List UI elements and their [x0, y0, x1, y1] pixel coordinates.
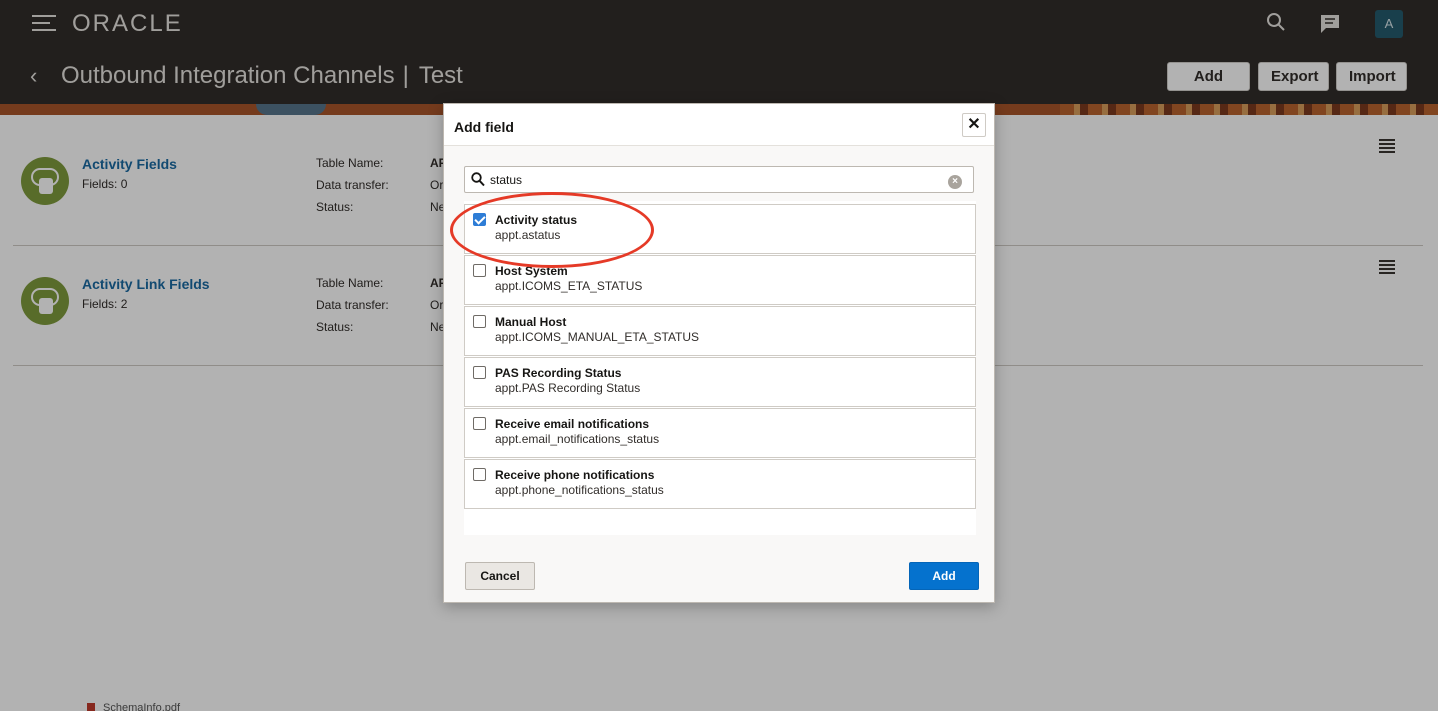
add-button[interactable]: Add: [909, 562, 979, 590]
field-key: appt.ICOMS_MANUAL_ETA_STATUS: [495, 330, 700, 344]
close-icon[interactable]: ✕: [962, 113, 986, 137]
cancel-button[interactable]: Cancel: [465, 562, 535, 590]
checkbox[interactable]: [473, 315, 486, 328]
field-label: PAS Recording Status: [495, 366, 622, 380]
clear-search-icon[interactable]: ×: [948, 175, 962, 189]
field-key: appt.phone_notifications_status: [495, 483, 664, 497]
checkbox-checked[interactable]: [473, 213, 486, 226]
field-key: appt.PAS Recording Status: [495, 381, 641, 395]
field-list-item[interactable]: PAS Recording Status appt.PAS Recording …: [464, 357, 976, 407]
dialog-header: Add field ✕: [444, 104, 994, 146]
field-list-item[interactable]: Receive email notifications appt.email_n…: [464, 408, 976, 458]
checkbox[interactable]: [473, 468, 486, 481]
field-list: Activity status appt.astatus Host System…: [464, 201, 976, 535]
dialog-title: Add field: [454, 119, 514, 135]
add-field-dialog: Add field ✕ × Activity status appt.astat…: [443, 103, 995, 603]
field-list-item[interactable]: Manual Host appt.ICOMS_MANUAL_ETA_STATUS: [464, 306, 976, 356]
field-list-item[interactable]: Receive phone notifications appt.phone_n…: [464, 459, 976, 509]
search-icon: [471, 172, 485, 187]
search-input[interactable]: [490, 170, 930, 190]
field-list-item[interactable]: Activity status appt.astatus: [464, 204, 976, 254]
field-label: Receive phone notifications: [495, 468, 655, 482]
field-key: appt.email_notifications_status: [495, 432, 660, 446]
field-label: Activity status: [495, 213, 578, 227]
field-label: Receive email notifications: [495, 417, 650, 431]
checkbox[interactable]: [473, 366, 486, 379]
checkbox[interactable]: [473, 417, 486, 430]
field-key: appt.astatus: [495, 228, 561, 242]
field-search-box: ×: [464, 166, 974, 193]
field-list-item[interactable]: Host System appt.ICOMS_ETA_STATUS: [464, 255, 976, 305]
field-label: Host System: [495, 264, 568, 278]
field-label: Manual Host: [495, 315, 567, 329]
field-key: appt.ICOMS_ETA_STATUS: [495, 279, 643, 293]
checkbox[interactable]: [473, 264, 486, 277]
